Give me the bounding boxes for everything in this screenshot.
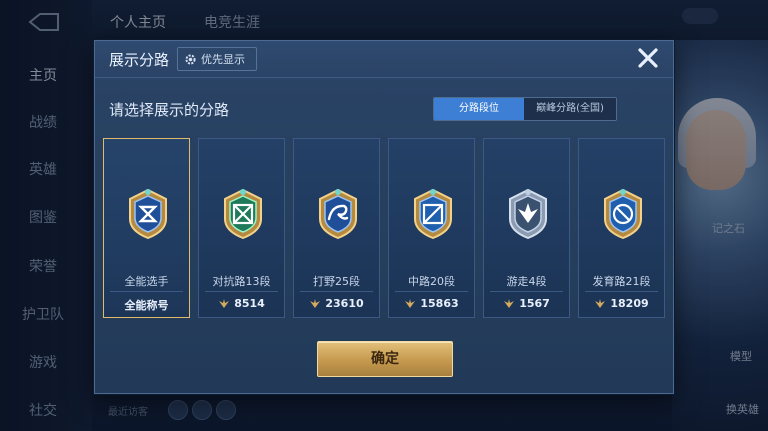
wing-icon <box>219 299 230 308</box>
mid-lane-badge-icon <box>414 188 452 240</box>
priority-display-button[interactable]: 优先显示 <box>177 47 257 71</box>
card-value: 8514 <box>199 297 284 310</box>
card-name: 游走4段 <box>506 275 547 288</box>
lane-display-dialog: 展示分路 优先显示 请选择展示的分路 分路段位 巅峰分路(全国) 全能选手 全能… <box>94 40 674 394</box>
lane-mode-switch: 分路段位 巅峰分路(全国) <box>433 97 617 121</box>
card-name: 发育路21段 <box>592 275 651 288</box>
close-icon[interactable] <box>635 45 661 71</box>
card-name: 打野25段 <box>313 275 360 288</box>
lane-card-mid[interactable]: 中路20段 15863 <box>388 138 475 318</box>
card-value: 全能称号 <box>124 299 169 312</box>
farm-lane-badge-icon <box>604 188 642 240</box>
all-round-badge-icon <box>129 188 167 240</box>
card-name: 全能选手 <box>124 275 169 288</box>
card-value: 1567 <box>484 297 569 310</box>
dialog-title: 展示分路 <box>109 51 170 69</box>
lane-card-jungle[interactable]: 打野25段 23610 <box>293 138 380 318</box>
dialog-subtitle: 请选择展示的分路 <box>109 101 230 119</box>
dialog-header: 展示分路 优先显示 <box>95 41 673 78</box>
card-value: 15863 <box>389 297 474 310</box>
card-name: 中路20段 <box>408 275 455 288</box>
wing-icon <box>310 299 321 308</box>
lane-card-clash[interactable]: 对抗路13段 8514 <box>198 138 285 318</box>
wing-icon <box>504 299 515 308</box>
jungle-badge-icon <box>319 188 357 240</box>
tab-lane-rank[interactable]: 分路段位 <box>434 98 524 120</box>
wing-icon <box>595 299 606 308</box>
lane-card-all-round[interactable]: 全能选手 全能称号 <box>103 138 190 318</box>
clash-lane-badge-icon <box>224 188 262 240</box>
tab-peak-lane[interactable]: 巅峰分路(全国) <box>524 98 616 120</box>
gear-icon <box>185 53 196 65</box>
lane-card-roam[interactable]: 游走4段 1567 <box>483 138 570 318</box>
priority-display-label: 优先显示 <box>201 53 245 66</box>
card-value: 23610 <box>294 297 379 310</box>
wing-icon <box>405 299 416 308</box>
lane-card-farm[interactable]: 发育路21段 18209 <box>578 138 665 318</box>
card-name: 对抗路13段 <box>212 275 271 288</box>
card-value: 18209 <box>579 297 664 310</box>
roam-badge-icon <box>509 188 547 240</box>
confirm-button[interactable]: 确定 <box>317 341 453 377</box>
